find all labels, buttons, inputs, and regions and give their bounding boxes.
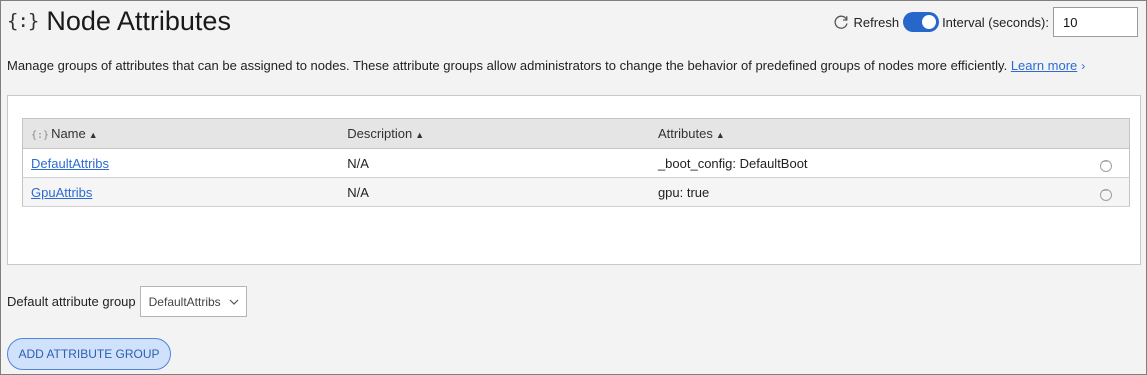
description-text: Manage groups of attributes that can be … (7, 58, 1008, 73)
cell-name: GpuAttribs (22, 177, 340, 207)
column-header-name[interactable]: {:} Name ▲ (22, 118, 340, 149)
column-header-description[interactable]: Description ▲ (339, 118, 650, 149)
cell-name: DefaultAttribs (22, 148, 340, 178)
cell-attributes: gpu: true (649, 177, 1090, 207)
add-attribute-group-button[interactable]: ADD ATTRIBUTE GROUP (7, 338, 171, 370)
attributes-icon: {:} (31, 130, 50, 141)
sort-asc-icon: ▲ (415, 130, 425, 140)
default-group-value: DefaultAttribs (148, 294, 221, 309)
more-options-icon[interactable] (1099, 185, 1112, 201)
page-description: Manage groups of attributes that can be … (7, 58, 1085, 73)
default-group-label: Default attribute group (7, 294, 136, 309)
column-label-description: Description (347, 126, 413, 141)
chevron-down-icon (229, 299, 239, 305)
page-frame: {:} Node Attributes Refresh Interval (se… (0, 0, 1147, 375)
attribute-groups-table: {:} Name ▲ Description ▲ Attributes ▲ Defaul… (22, 118, 1130, 207)
default-group-select[interactable]: DefaultAttribs (139, 286, 247, 317)
chevron-right-icon: › (1081, 59, 1086, 73)
refresh-icon[interactable] (832, 13, 850, 31)
learn-more-link[interactable]: Learn more (1011, 58, 1077, 73)
refresh-toolbar: Refresh Interval (seconds): (832, 7, 1138, 37)
more-options-icon[interactable] (1099, 156, 1112, 172)
table-row: DefaultAttribs N/A _boot_config: Default… (22, 148, 1130, 178)
cell-actions (1089, 177, 1130, 207)
table-header-row: {:} Name ▲ Description ▲ Attributes ▲ (22, 118, 1130, 149)
row-name-link[interactable]: GpuAttribs (31, 185, 92, 200)
column-label-name: Name (51, 126, 86, 141)
page-title: Node Attributes (46, 5, 231, 36)
interval-label: Interval (seconds): (942, 14, 1049, 30)
cell-description: N/A (339, 148, 650, 178)
row-name-link[interactable]: DefaultAttribs (31, 156, 109, 171)
column-label-attributes: Attributes (657, 126, 713, 141)
toggle-knob (922, 15, 937, 29)
cell-description: N/A (339, 177, 650, 207)
column-header-actions (1089, 118, 1130, 149)
cell-attributes: _boot_config: DefaultBoot (649, 148, 1090, 178)
sort-asc-icon: ▲ (88, 130, 98, 140)
refresh-toggle[interactable] (903, 12, 940, 32)
attributes-icon: {:} (7, 10, 39, 32)
table-row: GpuAttribs N/A gpu: true (22, 177, 1130, 207)
interval-input[interactable] (1053, 7, 1138, 37)
column-header-attributes[interactable]: Attributes ▲ (649, 118, 1090, 149)
page-header: {:} Node Attributes (7, 5, 231, 37)
sort-asc-icon: ▲ (715, 130, 725, 140)
default-attribute-group: Default attribute group DefaultAttribs (7, 286, 247, 317)
cell-actions (1089, 148, 1130, 178)
refresh-label: Refresh (853, 14, 900, 30)
attribute-groups-panel: {:} Name ▲ Description ▲ Attributes ▲ Defaul… (7, 95, 1141, 265)
